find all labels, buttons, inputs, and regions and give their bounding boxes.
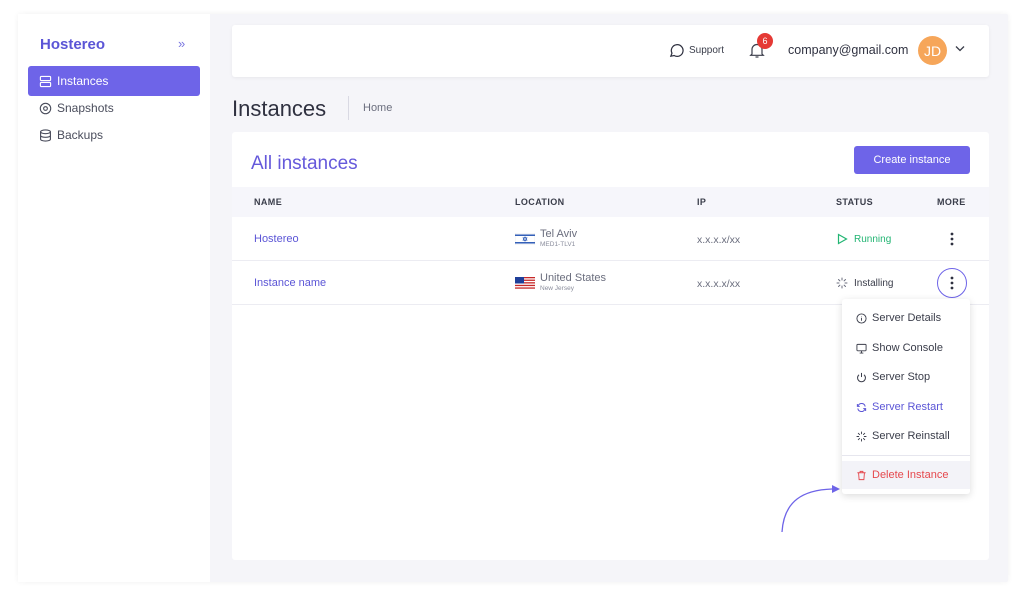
menu-item-label: Server Stop [872, 371, 931, 383]
notification-badge: 6 [757, 33, 773, 49]
instance-actions-menu: Server Details Show Console Server Stop … [842, 299, 970, 494]
more-vertical-icon [950, 232, 954, 246]
menu-item-delete-instance[interactable]: Delete Instance [842, 461, 970, 489]
column-header-status[interactable]: STATUS [836, 197, 873, 207]
ip-address: x.x.x.x/xx [697, 234, 741, 246]
double-chevron-right-icon[interactable]: » [178, 36, 185, 51]
sidebar-item-instances[interactable]: Instances [28, 66, 200, 96]
chevron-down-icon[interactable] [954, 42, 966, 54]
sidebar-item-label: Instances [57, 74, 109, 88]
info-icon [856, 312, 867, 324]
monitor-icon [856, 343, 867, 354]
play-icon [837, 233, 848, 245]
column-header-name[interactable]: NAME [254, 197, 282, 207]
sidebar-nav: Instances Snapshots Backups [28, 66, 200, 147]
menu-item-label: Server Details [872, 312, 942, 324]
database-icon [40, 128, 51, 142]
menu-item-label: Delete Instance [872, 469, 949, 481]
menu-item-server-reinstall[interactable]: Server Reinstall [842, 422, 970, 450]
menu-divider [842, 455, 970, 456]
status-badge: Running [836, 233, 891, 245]
ip-address: x.x.x.x/xx [697, 278, 741, 290]
topbar: Support 6 company@gmail.com JD [232, 25, 989, 77]
title-divider [348, 96, 349, 120]
sidebar-item-snapshots[interactable]: Snapshots [28, 93, 200, 123]
status-label: Running [854, 233, 892, 245]
instance-name-link[interactable]: Instance name [254, 277, 326, 289]
page-title: Instances [232, 96, 327, 121]
location-cell: United States New Jersey [540, 272, 606, 292]
sidebar: Hostereo » Instances Snapshots Backups [18, 14, 210, 582]
power-icon [857, 372, 866, 382]
table-header: NAME LOCATION IP STATUS MORE [232, 187, 989, 217]
israel-flag-icon [515, 233, 535, 245]
app-window: Hostereo » Instances Snapshots Backups S… [18, 14, 1008, 582]
spinner-icon [856, 430, 867, 442]
column-header-more: MORE [937, 197, 966, 207]
table-row[interactable]: Hostereo Tel Aviv MED1-TLV1 x.x.x.x/xx R… [232, 217, 989, 261]
location-city: Tel Aviv [540, 228, 578, 240]
location-cell: Tel Aviv MED1-TLV1 [540, 228, 577, 248]
location-city: United States [540, 272, 607, 284]
menu-item-server-details[interactable]: Server Details [842, 304, 970, 332]
support-link[interactable]: Support [668, 42, 724, 59]
more-actions-button[interactable] [937, 224, 967, 254]
column-header-ip[interactable]: IP [697, 197, 706, 207]
menu-item-server-restart[interactable]: Server Restart [842, 393, 970, 421]
refresh-icon [856, 402, 867, 412]
breadcrumb[interactable]: Home [363, 102, 392, 114]
menu-item-label: Server Reinstall [872, 430, 950, 442]
account-email: company@gmail.com [788, 43, 909, 57]
support-label: Support [689, 45, 725, 56]
status-badge: Installing [836, 277, 893, 289]
menu-item-label: Show Console [872, 342, 943, 354]
avatar[interactable]: JD [918, 36, 947, 65]
disc-icon [39, 102, 52, 114]
spinner-icon [836, 277, 848, 289]
column-header-location[interactable]: LOCATION [515, 197, 565, 207]
us-flag-icon [515, 277, 535, 289]
instance-name-link[interactable]: Hostereo [254, 233, 299, 245]
server-icon [39, 75, 52, 87]
sidebar-item-label: Backups [57, 128, 104, 142]
more-actions-button[interactable] [937, 268, 967, 298]
card-title: All instances [251, 153, 358, 174]
location-code: MED1-TLV1 [540, 241, 576, 248]
sidebar-item-label: Snapshots [57, 101, 114, 115]
more-vertical-icon [950, 276, 954, 290]
create-instance-button[interactable]: Create instance [854, 146, 970, 174]
chat-bubble-icon [669, 44, 684, 57]
sidebar-item-backups[interactable]: Backups [28, 120, 200, 150]
notifications-button[interactable]: 6 [748, 33, 773, 63]
brand-logo[interactable]: Hostereo [40, 36, 105, 53]
status-label: Installing [854, 277, 894, 289]
menu-item-label: Server Restart [872, 401, 943, 413]
menu-item-server-stop[interactable]: Server Stop [842, 363, 970, 391]
trash-icon [857, 470, 866, 480]
menu-item-show-console[interactable]: Show Console [842, 334, 970, 362]
location-code: New Jersey [540, 285, 574, 292]
